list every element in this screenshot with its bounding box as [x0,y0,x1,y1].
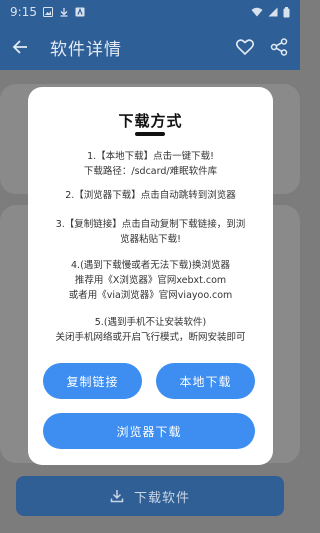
app-notification-icon [75,7,85,17]
instruction-line: 5.(遇到手机不让安装软件) [94,317,207,328]
instruction-install-blocked: 5.(遇到手机不让安装软件) 关闭手机网络或开启飞行模式，断网安装即可 [38,315,263,345]
wifi-icon [251,7,263,17]
status-time: 9:15 [10,5,37,19]
dialog-title: 下载方式 [118,112,183,130]
instruction-line: 2.【浏览器下载】点击自动跳转到浏览器 [65,190,236,201]
download-status-icon [60,8,68,17]
instruction-line: 或者用《via浏览器》官网viayoo.com [68,290,233,301]
favorite-heart-icon[interactable] [236,39,254,55]
signal-icon [268,7,278,17]
instruction-local-download: 1.【本地下载】点击一键下载! 下载路径：/sdcard/难眠软件库 [38,149,263,179]
battery-icon [283,6,290,17]
back-arrow-icon[interactable] [12,39,28,55]
download-software-label: 下载软件 [133,490,190,506]
copy-link-button[interactable]: 复制链接 [43,363,142,399]
download-method-dialog: 下载方式 1.【本地下载】点击一键下载! 下载路径：/sdcard/难眠软件库 … [28,87,273,465]
instruction-change-browser: 4.(遇到下载慢或者无法下载)换浏览器 推荐用《X浏览器》官网xebxt.com… [38,258,263,303]
browser-download-button[interactable]: 浏览器下载 [43,413,255,449]
instruction-browser-download: 2.【浏览器下载】点击自动跳转到浏览器 [38,188,263,203]
gallery-icon [42,7,53,17]
instruction-line: 1.【本地下载】点击一键下载! [87,151,214,162]
title-underline [135,132,165,136]
instruction-line: 推荐用《X浏览器》官网xebxt.com [74,275,227,286]
download-software-button[interactable]: 下载软件 [16,476,284,516]
instruction-line: 览器粘贴下载! [120,234,181,245]
status-bar: 9:15 [0,0,300,24]
share-icon[interactable] [270,38,288,56]
instruction-line: 下载路径：/sdcard/难眠软件库 [83,166,218,177]
instruction-line: 3.【复制链接】点击自动复制下载链接，到浏 [55,219,246,230]
app-bar: 软件详情 [0,24,300,70]
download-icon [110,490,124,503]
page-title: 软件详情 [50,39,122,60]
local-download-button[interactable]: 本地下载 [156,363,255,399]
instruction-line: 4.(遇到下载慢或者无法下载)换浏览器 [71,260,230,271]
instruction-line: 关闭手机网络或开启飞行模式，断网安装即可 [55,332,246,343]
instruction-copy-link: 3.【复制链接】点击自动复制下载链接，到浏 览器粘贴下载! [38,217,263,247]
